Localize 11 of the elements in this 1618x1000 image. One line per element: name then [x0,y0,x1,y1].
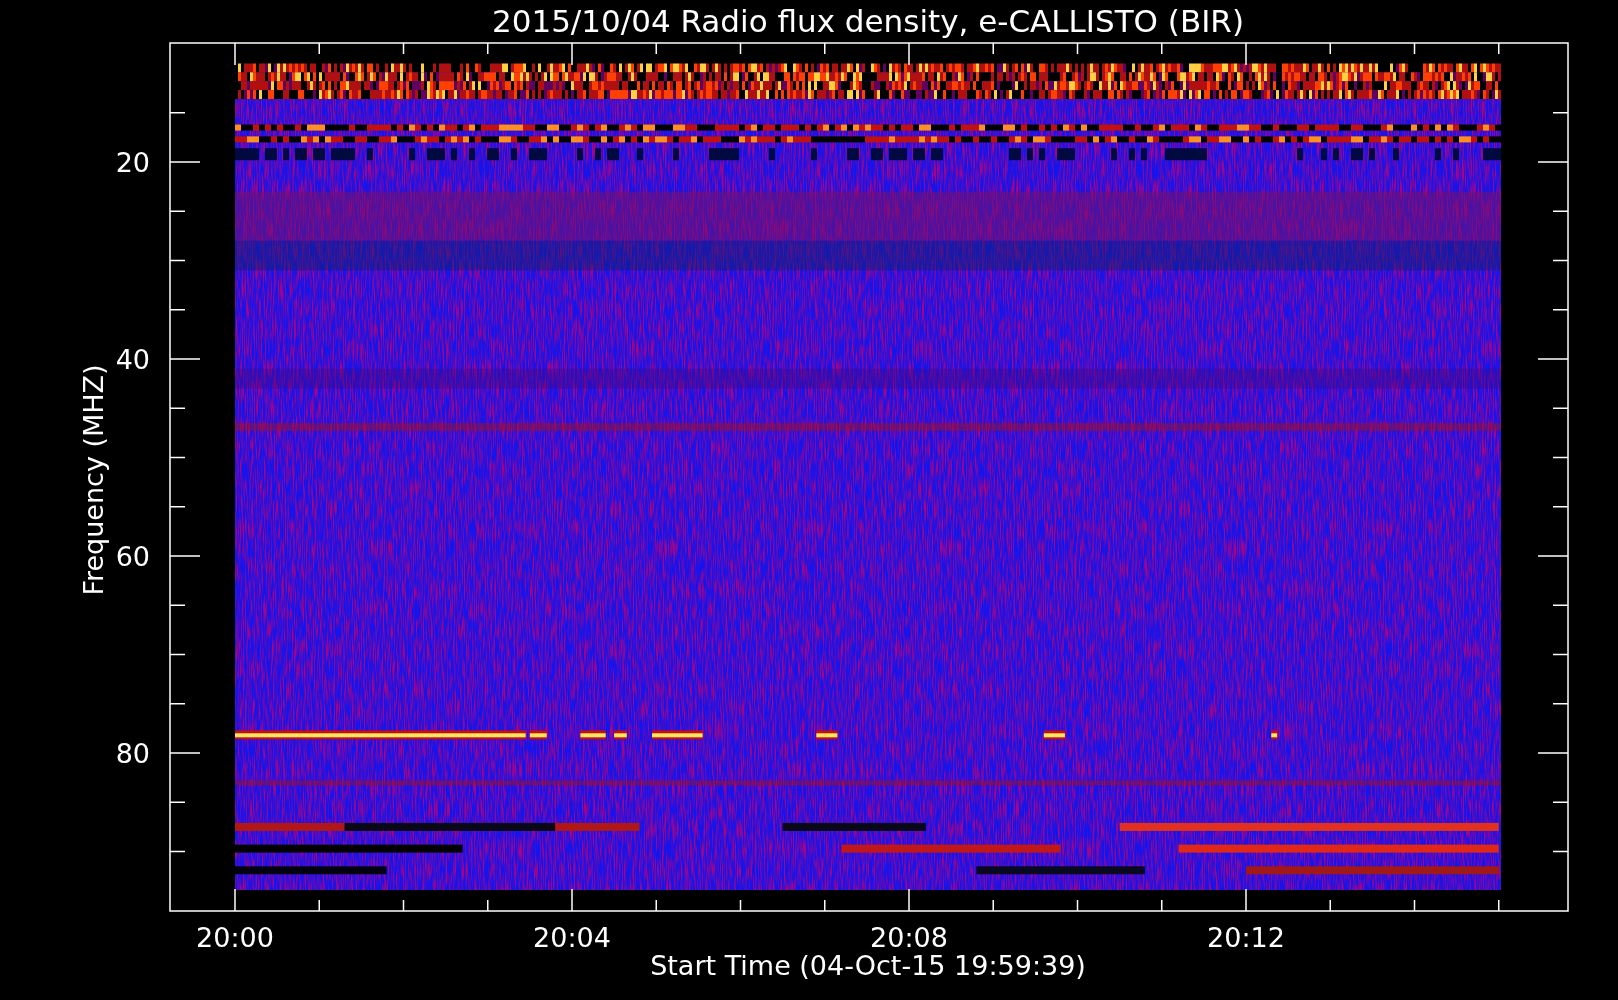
plot-title: 2015/10/04 Radio flux density, e-CALLISTO (BIR) [492,3,1244,39]
tick-label: 20:04 [533,922,611,953]
tick-label: 80 [115,738,150,769]
tick-label: 20 [115,147,150,178]
axis-label: Frequency (MHZ) [78,364,109,596]
tick-label: 40 [115,344,150,375]
axis-label: Start Time (04-Oct-15 19:59:39) [650,950,1086,981]
tick-label: 60 [115,541,150,572]
tick-label: 20:12 [1207,922,1285,953]
tick-label: 20:00 [196,922,274,953]
tick-label: 20:08 [870,922,948,953]
